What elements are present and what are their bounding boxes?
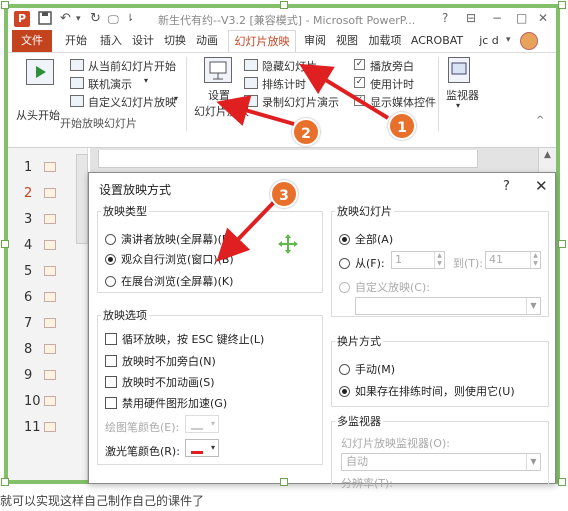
resize-handle[interactable]: [280, 1, 288, 9]
resize-handle[interactable]: [1, 240, 9, 248]
step-badge-3: 3: [270, 180, 298, 208]
arrow-to-slideshow-tab: [299, 63, 390, 120]
arrow-to-setup-show: [216, 95, 295, 126]
resize-handle[interactable]: [1, 1, 9, 9]
resize-handle[interactable]: [558, 1, 566, 9]
step-badge-2: 2: [292, 118, 320, 146]
resize-handle[interactable]: [280, 478, 288, 486]
arrow-to-window-option: [216, 198, 278, 262]
resize-handle[interactable]: [1, 478, 9, 486]
resize-handle[interactable]: [558, 240, 566, 248]
annotation-arrows: [216, 63, 390, 262]
step-badge-1: 1: [388, 112, 416, 140]
caption-text: 就可以实现这样自己制作自己的课件了: [0, 494, 205, 508]
resize-handle[interactable]: [558, 478, 566, 486]
